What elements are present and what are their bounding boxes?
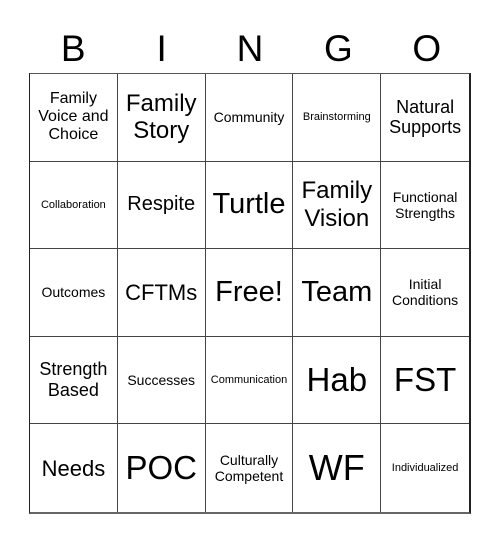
bingo-cell[interactable]: Successes	[117, 336, 206, 425]
bingo-cell[interactable]: WF	[293, 424, 382, 512]
bingo-cell[interactable]: Outcomes	[30, 249, 118, 337]
bingo-cell[interactable]: Strength Based	[30, 336, 118, 425]
bingo-cell[interactable]: POC	[118, 424, 206, 512]
header-letter-g: G	[324, 28, 353, 69]
bingo-cell[interactable]: Brainstorming	[293, 74, 382, 162]
bingo-cell[interactable]: FST	[381, 337, 469, 425]
bingo-cell[interactable]: Natural Supports	[381, 74, 469, 162]
header-letter-i: I	[156, 28, 167, 69]
bingo-cell[interactable]: Communication	[205, 336, 294, 425]
header-letter-b: B	[60, 28, 86, 69]
bingo-cell[interactable]: Hab	[293, 336, 382, 425]
bingo-cell[interactable]: Turtle	[205, 161, 294, 250]
bingo-grid: Family Voice and Choice Family Story Com…	[29, 73, 471, 514]
bingo-cell[interactable]: Community	[205, 74, 294, 162]
bingo-cell[interactable]: Family Vision	[293, 161, 382, 250]
bingo-cell[interactable]: Needs	[30, 424, 118, 512]
bingo-cell[interactable]: Individualized	[381, 424, 469, 512]
bingo-cell[interactable]: Family Voice and Choice	[30, 74, 118, 162]
bingo-cell[interactable]: Functional Strengths	[381, 162, 469, 250]
bingo-header: B I N G O	[29, 26, 471, 72]
bingo-cell[interactable]: Respite	[117, 161, 206, 250]
bingo-cell[interactable]: Team	[293, 249, 382, 337]
bingo-cell[interactable]: Free!	[205, 249, 294, 337]
bingo-cell[interactable]: CFTMs	[117, 249, 206, 337]
bingo-cell[interactable]: Collaboration	[30, 161, 118, 250]
bingo-cell[interactable]: Family Story	[117, 74, 206, 162]
header-letter-o: O	[412, 28, 442, 69]
bingo-cell[interactable]: Initial Conditions	[381, 249, 469, 337]
header-letter-n: N	[236, 28, 264, 69]
bingo-cell[interactable]: Culturally Competent	[206, 424, 294, 512]
